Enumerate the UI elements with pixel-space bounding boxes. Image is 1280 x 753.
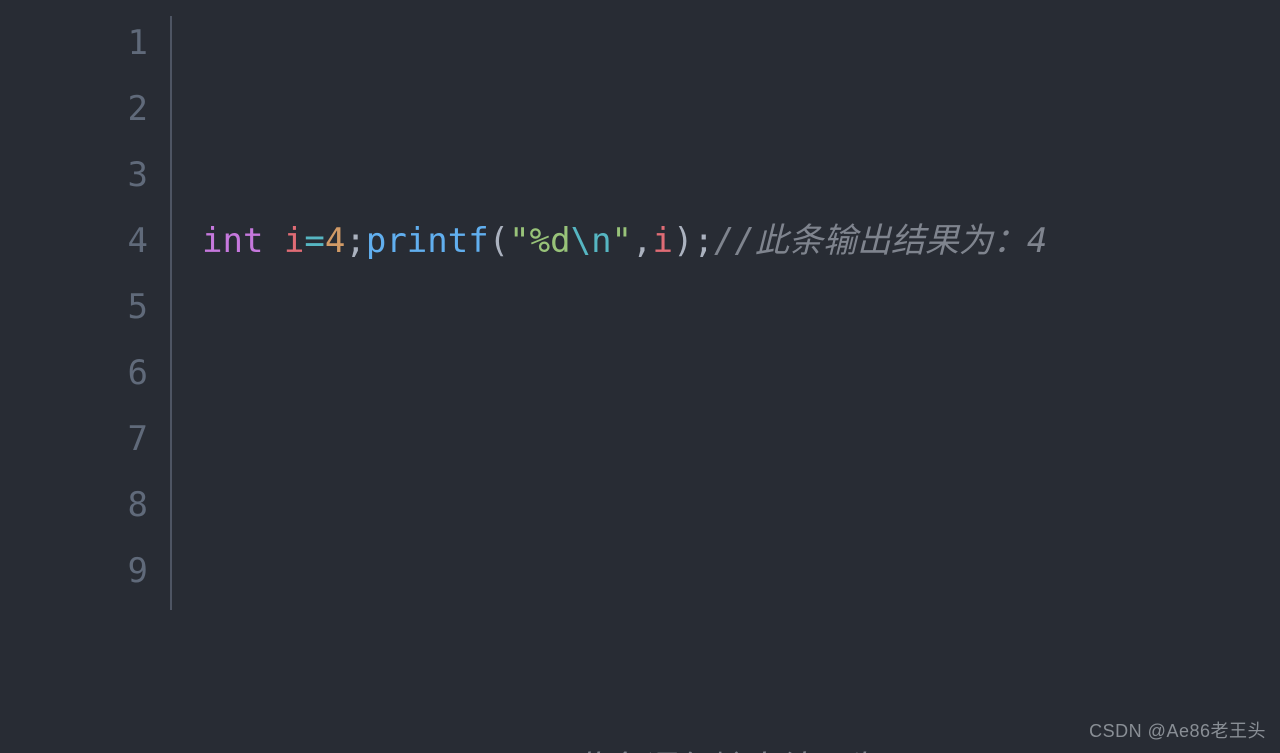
line-number: 7 <box>0 406 148 472</box>
token-function: printf <box>366 221 489 261</box>
token-function: printf <box>202 749 325 753</box>
token-keyword: int <box>202 221 263 261</box>
line-number: 3 <box>0 142 148 208</box>
token-string-quote: " <box>612 221 632 261</box>
token-comment: //此条输出结果为：4 <box>714 221 1047 261</box>
token-identifier: i <box>284 221 304 261</box>
token-string: %d <box>530 221 571 261</box>
watermark: CSDN @Ae86老王头 <box>1089 717 1266 743</box>
token-punct: ; <box>345 221 365 261</box>
token-number: 4 <box>325 221 345 261</box>
token-string-quote: " <box>468 749 488 753</box>
line-number: 1 <box>0 10 148 76</box>
token-escape: \n <box>427 749 468 753</box>
token-punct: ) <box>673 221 693 261</box>
token-identifier: i <box>653 221 673 261</box>
token-punct: ; <box>509 749 529 753</box>
line-number: 8 <box>0 472 148 538</box>
line-number: 5 <box>0 274 148 340</box>
token-punct: ( <box>325 749 345 753</box>
token-punct: ) <box>489 749 509 753</box>
token-punct: , <box>632 221 652 261</box>
code-line <box>202 472 1054 538</box>
line-number: 6 <box>0 340 148 406</box>
token-punct: ( <box>489 221 509 261</box>
line-number: 4 <box>0 208 148 274</box>
line-number: 9 <box>0 538 148 604</box>
line-number: 2 <box>0 76 148 142</box>
token-escape: \n <box>571 221 612 261</box>
token-operator: = <box>304 221 324 261</box>
token-string-quote: " <box>345 749 365 753</box>
code-line: int i=4;printf("%d\n",i);//此条输出结果为：4 <box>202 208 1054 274</box>
token-space <box>263 221 283 261</box>
token-string: %%d <box>366 749 427 753</box>
token-string-quote: " <box>509 221 529 261</box>
code-line: printf("%%d\n");//此条语句输出结果为：%d <box>202 736 1054 753</box>
token-punct: ; <box>693 221 713 261</box>
code-editor: 1 2 3 4 5 6 7 8 9 int i=4;printf("%d\n",… <box>0 0 1280 753</box>
code-area: int i=4;printf("%d\n",i);//此条输出结果为：4 pri… <box>172 10 1054 753</box>
token-comment: //此条语句输出结果为：%d <box>530 749 952 753</box>
line-number-gutter: 1 2 3 4 5 6 7 8 9 <box>0 10 170 753</box>
